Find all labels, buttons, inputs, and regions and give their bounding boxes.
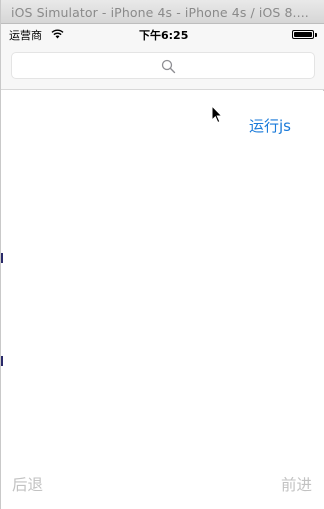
navigation-bar [1,44,324,90]
forward-button[interactable]: 前进 [281,473,312,495]
back-button[interactable]: 后退 [12,473,43,495]
status-time: 下午6:25 [139,29,189,42]
search-icon [161,59,176,74]
edge-mark [1,356,3,366]
window-titlebar[interactable]: iOS Simulator - iPhone 4s - iPhone 4s / … [1,0,324,24]
wifi-icon [51,29,64,39]
edge-mark [1,253,3,263]
web-content-area[interactable]: 运行js [1,91,324,459]
window-title: iOS Simulator - iPhone 4s - iPhone 4s / … [11,5,309,20]
bottom-toolbar: 后退 前进 [1,459,324,509]
simulator-window: iOS Simulator - iPhone 4s - iPhone 4s / … [0,0,324,509]
carrier-label: 运营商 [9,29,42,42]
mouse-cursor-icon [211,105,223,124]
run-js-button[interactable]: 运行js [249,115,291,136]
status-bar: 运营商 下午6:25 [1,24,324,44]
url-search-field[interactable] [11,52,315,79]
battery-icon [292,30,317,39]
